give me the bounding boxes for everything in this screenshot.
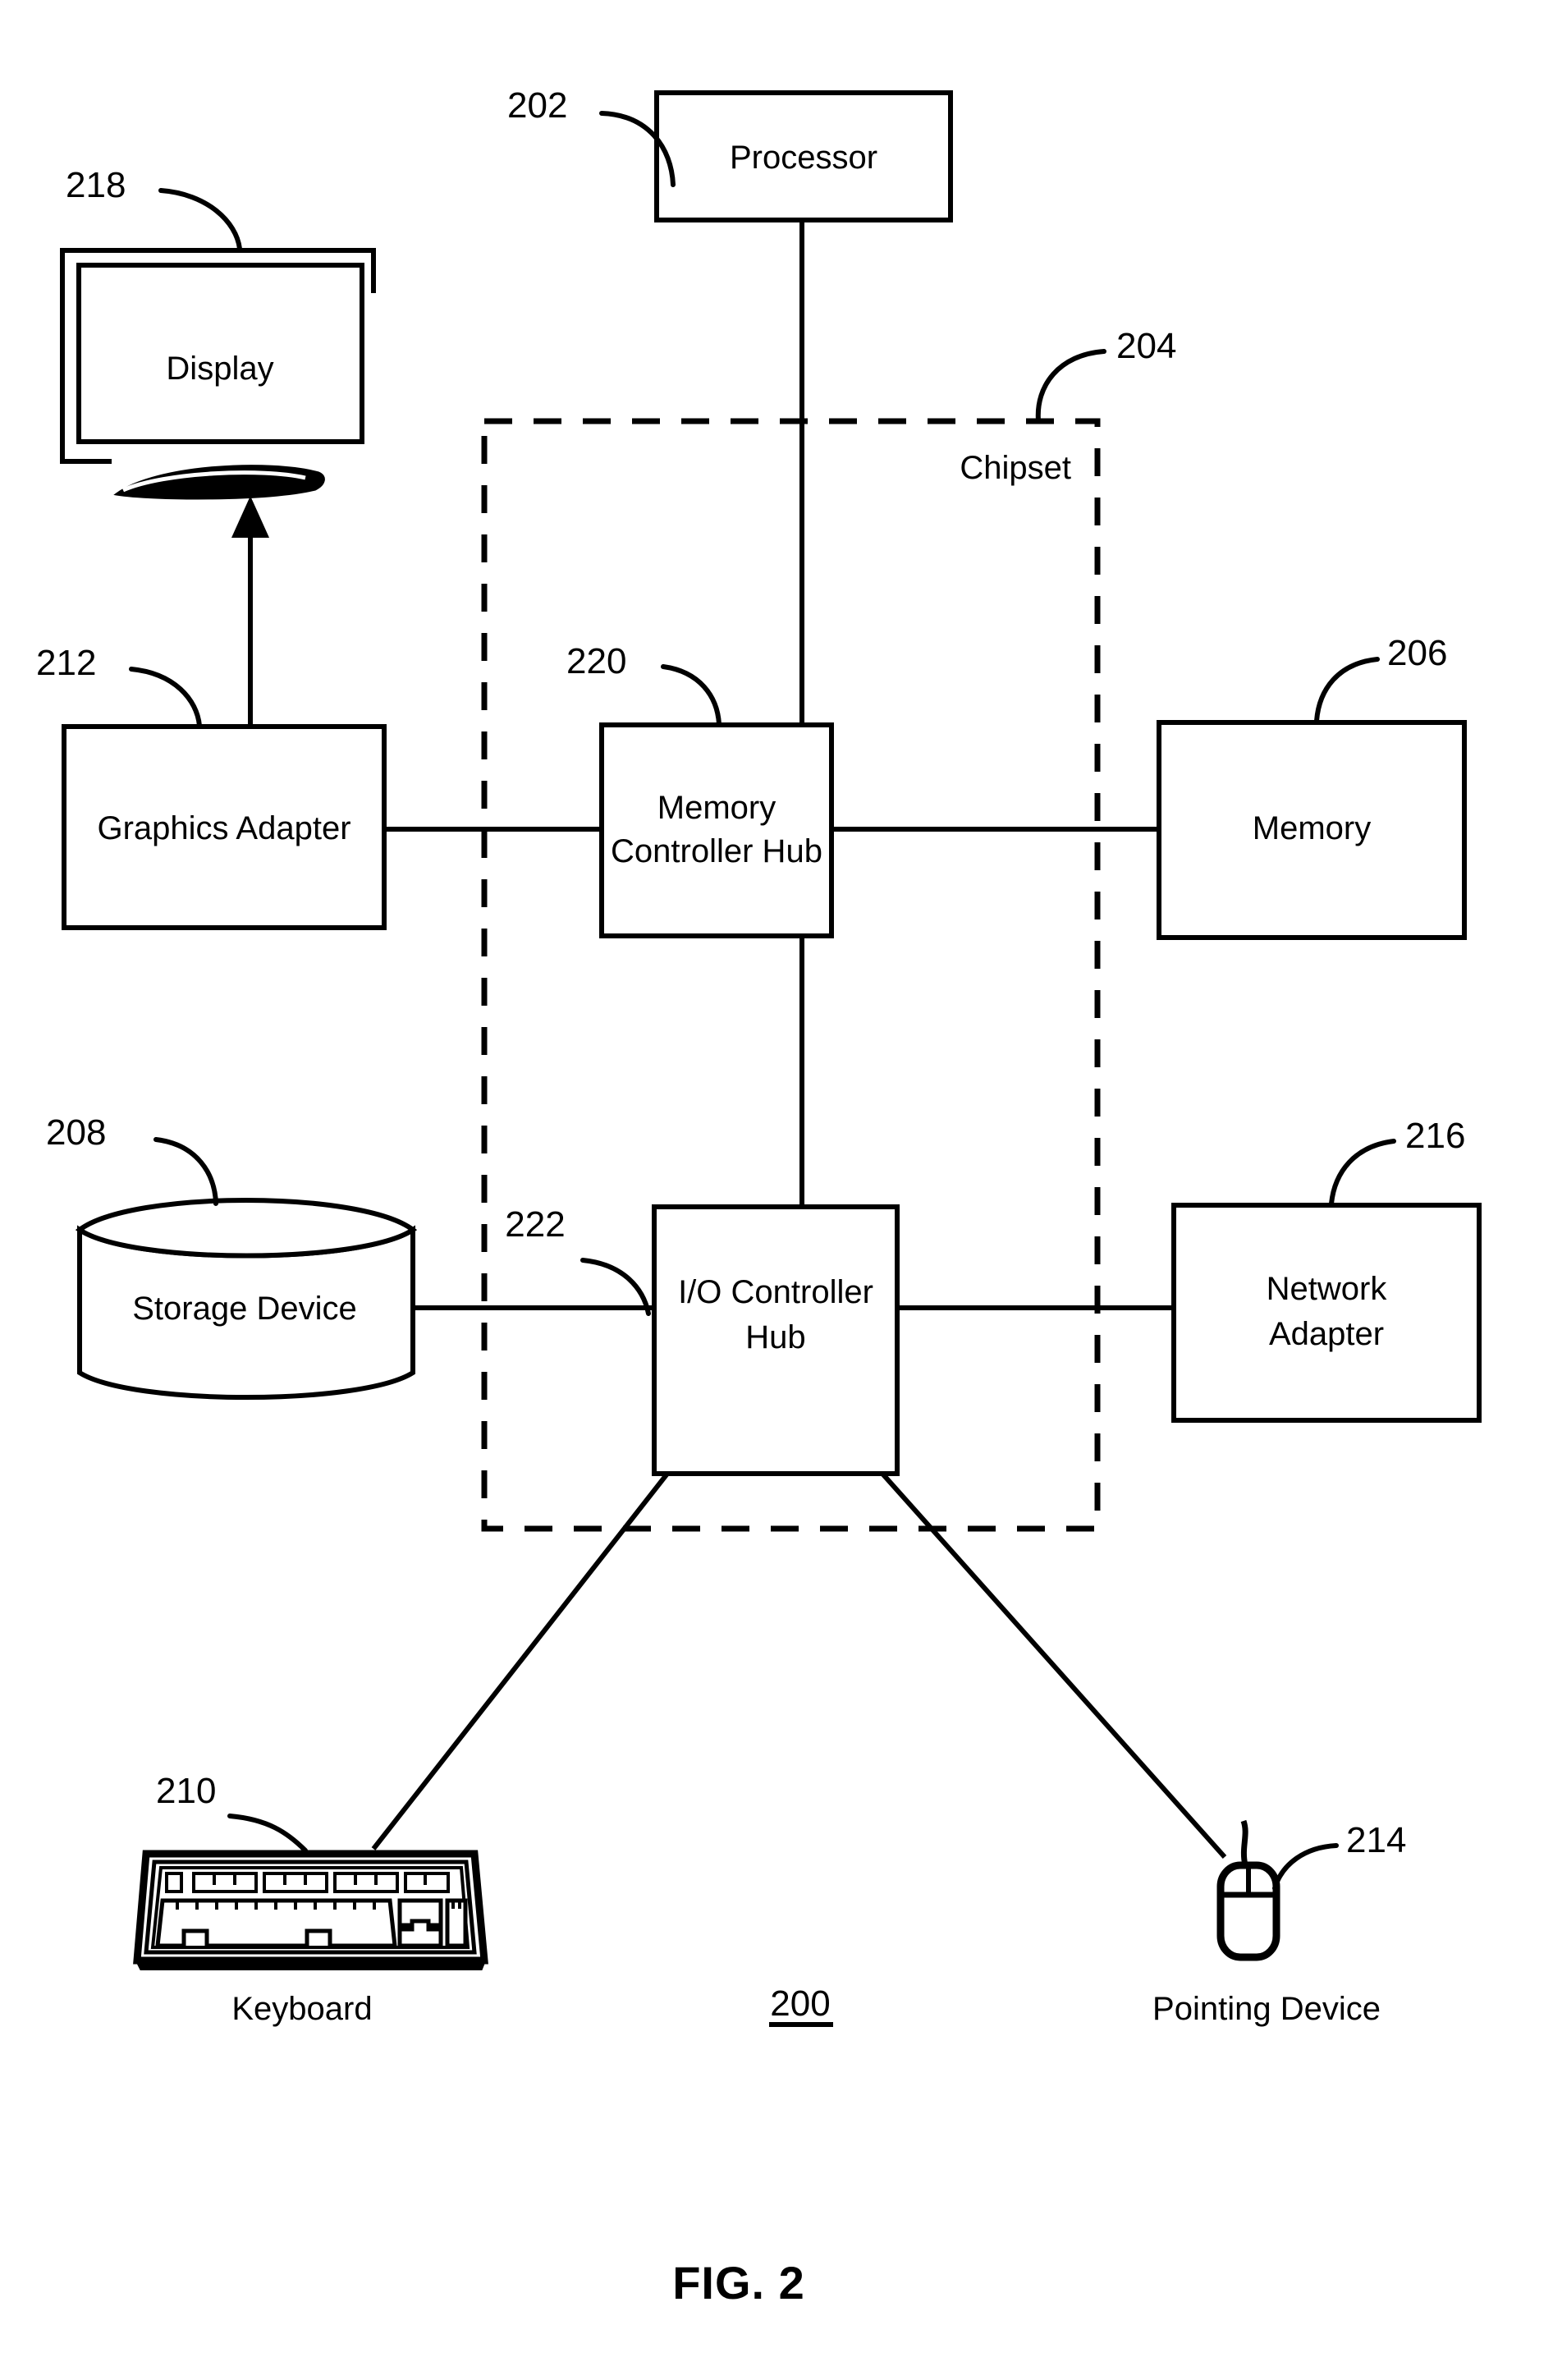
pointing-device-caption: Pointing Device [1152, 1991, 1381, 2027]
keyboard-notch-left [181, 1928, 209, 1946]
graphics-adapter-ref-callout: 212 [36, 643, 202, 728]
pointing-device-ref: 214 [1346, 1820, 1406, 1860]
system-ref: 200 [770, 1983, 830, 2024]
memory-controller-hub-label-line2: Controller Hub [611, 833, 822, 869]
keyboard-notch-right [305, 1928, 332, 1946]
memory-ref-callout: 206 [1314, 633, 1447, 723]
arrowhead-up-icon [231, 496, 269, 538]
storage-device-top [75, 1198, 418, 1259]
storage-device-block[interactable]: Storage Device [75, 1198, 418, 1400]
memory-controller-hub-label-line1: Memory [657, 790, 776, 826]
mouse-cord [1240, 1819, 1248, 1866]
pointing-device-glyph[interactable] [1216, 1819, 1280, 1961]
keyboard-glyph[interactable] [133, 1850, 488, 1970]
graphics-adapter-label: Graphics Adapter [97, 810, 350, 846]
memory-leader-line [1314, 657, 1380, 723]
network-adapter-ref: 216 [1405, 1116, 1465, 1156]
graphics-adapter-block[interactable]: Graphics Adapter [62, 724, 387, 930]
io-controller-hub-ref: 222 [505, 1204, 565, 1245]
network-adapter-label-line2: Adapter [1269, 1316, 1384, 1352]
figure-caption: FIG. 2 [672, 2257, 805, 2309]
keyboard-esc-key [165, 1872, 183, 1893]
keyboard-leader-line [227, 1814, 308, 1853]
display-leader-line [158, 188, 242, 251]
memory-controller-hub-ref: 220 [566, 641, 626, 681]
processor-block[interactable]: Processor [654, 90, 953, 222]
display-ref: 218 [66, 165, 126, 205]
storage-device-ref: 208 [46, 1112, 106, 1153]
keyboard-fkey-group-2 [263, 1872, 328, 1893]
memory-controller-hub-ref-callout: 220 [566, 641, 722, 727]
keyboard-ref-callout: 210 [156, 1771, 308, 1853]
keyboard-numpad [445, 1898, 468, 1948]
memory-controller-hub-leader-line [661, 664, 722, 727]
network-adapter-ref-callout: 216 [1329, 1116, 1465, 1206]
io-controller-hub-label-line2: Hub [745, 1319, 805, 1355]
system-ref-callout: 200 [769, 1983, 833, 2027]
keyboard-ref: 210 [156, 1771, 216, 1811]
processor-ref: 202 [507, 85, 567, 126]
memory-controller-hub-block[interactable]: Memory Controller Hub [599, 722, 834, 938]
io-controller-hub-block[interactable]: I/O Controller Hub [652, 1204, 900, 1476]
network-adapter-box[interactable] [1171, 1203, 1482, 1423]
keyboard-base-lip [134, 1959, 487, 1970]
processor-label: Processor [730, 140, 877, 176]
graphics-adapter-leader-line [129, 667, 202, 728]
pointing-device-ref-callout: 214 [1272, 1820, 1406, 1891]
display-ref-callout: 218 [66, 165, 242, 251]
memory-block[interactable]: Memory [1157, 720, 1467, 940]
storage-device-leader-line [153, 1137, 218, 1206]
network-adapter-leader-line [1329, 1139, 1396, 1206]
pointing-device-leader-line [1272, 1843, 1339, 1891]
connection-lines [231, 220, 1227, 1859]
chipset-leader-line [1035, 349, 1106, 423]
memory-ref: 206 [1387, 633, 1447, 673]
network-adapter-block[interactable]: Network Adapter [1171, 1203, 1482, 1423]
io-controller-hub-label-line1: I/O Controller [678, 1274, 873, 1310]
memory-controller-hub-box[interactable] [599, 722, 834, 938]
storage-device-ref-callout: 208 [46, 1112, 218, 1206]
display-block[interactable]: Display [60, 248, 376, 500]
keyboard-fkey-group-1 [192, 1872, 258, 1893]
chipset-ref-callout: 204 [1035, 326, 1176, 423]
display-label: Display [166, 351, 273, 387]
keyboard-caption: Keyboard [231, 1991, 372, 2027]
storage-device-label: Storage Device [132, 1291, 356, 1327]
chipset-ref: 204 [1116, 326, 1176, 366]
memory-label: Memory [1253, 810, 1371, 846]
io-controller-hub-ref-callout: 222 [505, 1204, 651, 1316]
patent-figure-page: Processor 202 Chipset 204 Display 218 Gr… [0, 0, 1553, 2380]
keyboard-fkey-group-3 [333, 1872, 399, 1893]
graphics-adapter-ref: 212 [36, 643, 96, 683]
network-adapter-label-line1: Network [1267, 1271, 1388, 1307]
processor-ref-callout: 202 [507, 85, 676, 187]
system-architecture-diagram: Processor 202 Chipset 204 Display 218 Gr… [36, 85, 1482, 2309]
chipset-label: Chipset [960, 450, 1071, 486]
